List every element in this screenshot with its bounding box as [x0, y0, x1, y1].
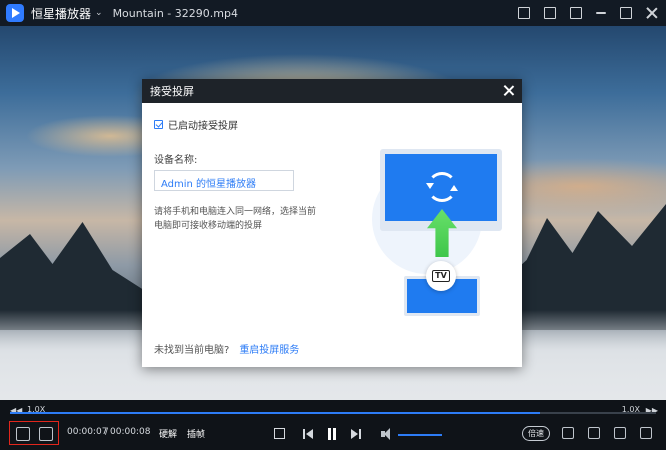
pin-icon[interactable]: [570, 7, 582, 19]
restart-cast-service-link[interactable]: 重启投屏服务: [239, 341, 299, 356]
dialog-footer: 未找到当前电脑? 重启投屏服务: [154, 341, 299, 356]
screenshot-icon[interactable]: [518, 7, 530, 19]
enable-cast-label: 已启动接受投屏: [168, 121, 238, 132]
subtitle-icon[interactable]: [562, 427, 574, 439]
device-name-field[interactable]: Admin 的恒星播放器: [154, 170, 294, 191]
dialog-title: 接受投屏: [150, 85, 194, 98]
time-total: 00:00:08: [110, 427, 151, 437]
volume-icon[interactable]: [380, 427, 394, 441]
hw-decode-button[interactable]: 硬解: [159, 427, 177, 440]
dialog-close-icon[interactable]: [503, 85, 514, 96]
tv-badge-label: TV: [432, 270, 450, 282]
sync-icon: [426, 172, 458, 202]
file-title: Mountain - 32290.mp4: [112, 6, 238, 20]
app-name[interactable]: 恒星播放器: [31, 5, 91, 22]
next-icon[interactable]: [349, 427, 363, 441]
window-controls: [518, 0, 658, 26]
speed-button[interactable]: 倍速: [522, 426, 550, 441]
progress-row: ◀◀ 1.0X 1.0X ▶▶: [0, 400, 666, 420]
maximize-icon[interactable]: [620, 7, 632, 19]
toolbox-icon[interactable]: [614, 427, 626, 439]
volume-slider-fill: [398, 434, 442, 436]
previous-icon[interactable]: [301, 427, 315, 441]
cast-hint-text: 请将手机和电脑连入同一网络，选择当前电脑即可接收移动端的投屏: [154, 207, 317, 231]
time-separator: /: [105, 427, 109, 437]
control-bar: 00:00:07 / 00:00:08 硬解 插帧 倍速: [0, 420, 666, 450]
seek-bar[interactable]: [10, 412, 656, 414]
time-current: 00:00:07: [67, 427, 108, 437]
tv-icon: TV: [426, 261, 456, 291]
device-name-label: 设备名称:: [154, 155, 198, 166]
skin-icon[interactable]: [544, 7, 556, 19]
seek-bar-fill: [10, 412, 540, 414]
fullscreen-icon[interactable]: [640, 427, 652, 439]
title-bar: 恒星播放器 ⌄ Mountain - 32290.mp4: [0, 0, 666, 26]
player-logo-icon: [6, 4, 24, 22]
receive-cast-dialog: 接受投屏 已启动接受投屏 设备名称: Admin 的恒星播放器 请将手机和电脑连…: [142, 79, 522, 367]
enable-cast-row[interactable]: 已启动接受投屏: [154, 117, 238, 132]
pause-icon[interactable]: [325, 427, 339, 441]
chevron-down-icon[interactable]: ⌄: [95, 8, 103, 18]
frame-interp-button[interactable]: 插帧: [187, 427, 205, 440]
dialog-header: 接受投屏: [142, 79, 522, 103]
volume-slider[interactable]: [398, 434, 442, 436]
rotate-icon[interactable]: [588, 427, 600, 439]
stop-icon[interactable]: [274, 428, 285, 439]
screen-receive-icon[interactable]: [39, 427, 53, 441]
minimize-icon[interactable]: [596, 12, 606, 14]
enable-cast-checkbox[interactable]: [154, 120, 163, 129]
not-found-text: 未找到当前电脑?: [154, 345, 230, 356]
close-icon[interactable]: [646, 7, 658, 19]
screen-cast-icon[interactable]: [16, 427, 30, 441]
